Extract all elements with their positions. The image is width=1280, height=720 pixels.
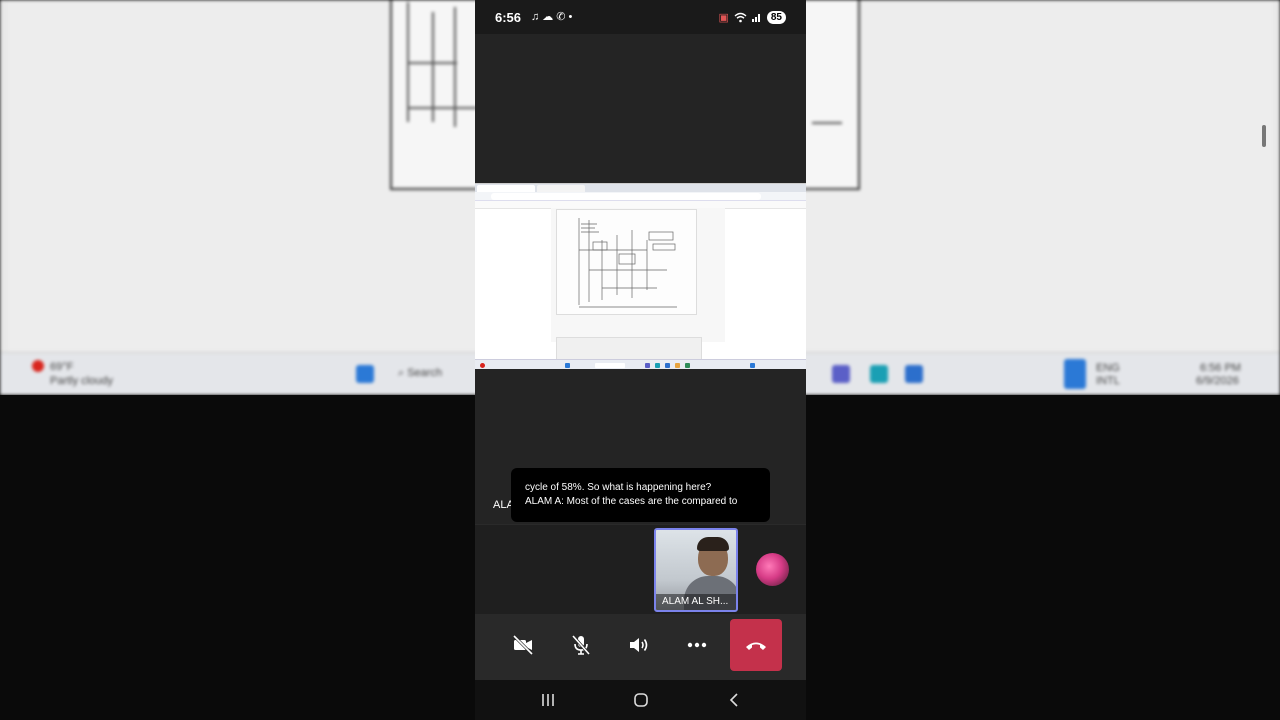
person-hair [697, 537, 729, 551]
windows-taskbar [475, 359, 806, 369]
pdf-page-circuit [556, 209, 697, 315]
call-controls [475, 614, 806, 680]
participant-tile[interactable]: ALAM AL SH... [654, 528, 738, 612]
status-right: ▣ 85 [718, 9, 786, 25]
mute-button[interactable] [555, 619, 607, 671]
screen-stage: 69°F Partly cloudy ⌕ Search ENG INTL 6:5… [0, 0, 1280, 720]
caption-line-1: cycle of 58%. So what is happening here? [525, 482, 712, 493]
shared-screen[interactable] [475, 183, 806, 369]
cloud-icon: ☁ [542, 11, 557, 23]
live-caption: cycle of 58%. So what is happening here?… [511, 468, 770, 522]
home-icon [634, 693, 648, 707]
background-scrollbar [1262, 125, 1266, 147]
camera-off-button[interactable] [497, 619, 549, 671]
speaker-icon [630, 638, 648, 652]
home-button[interactable] [621, 688, 661, 712]
more-options-button[interactable] [671, 619, 723, 671]
caption-line-2: ALAM A: Most of the cases are the compar… [525, 496, 738, 507]
speaker-button[interactable] [613, 619, 665, 671]
navigation-bar [475, 680, 806, 720]
more-icon [687, 642, 707, 648]
music-icon: ♫ [531, 11, 543, 23]
cast-icon: ▣ [718, 11, 729, 24]
back-button[interactable] [714, 688, 754, 712]
phone-screen: 6:56 ♫☁✆• ▣ 85 ALAM cycle of 58%. So wha… [475, 0, 806, 720]
self-avatar[interactable] [756, 553, 789, 586]
participant-name: ALAM AL SH... [656, 594, 736, 610]
end-call-icon [746, 642, 766, 650]
browser-tabs [475, 184, 806, 192]
camera-off-icon [512, 634, 534, 656]
notification-icons: ♫☁✆• [531, 10, 575, 23]
status-time: 6:56 [495, 10, 522, 25]
circuit-drawing [578, 218, 677, 308]
status-bar: 6:56 ♫☁✆• ▣ 85 [475, 0, 806, 34]
end-call-button[interactable] [730, 619, 782, 671]
pdf-icon [537, 185, 585, 192]
signal-icon [751, 14, 760, 22]
participant-strip: ALAM AL SH... [475, 524, 806, 614]
dot-icon: • [568, 11, 576, 23]
phone-icon: ✆ [556, 11, 569, 23]
address-bar [475, 192, 806, 201]
wifi-icon [734, 12, 747, 22]
back-icon [729, 693, 738, 707]
mic-off-icon [571, 635, 591, 655]
recent-apps-icon [542, 694, 554, 706]
browser-tab-icon [477, 185, 535, 192]
recent-apps-button[interactable] [528, 688, 568, 712]
battery-level: 85 [766, 10, 786, 24]
